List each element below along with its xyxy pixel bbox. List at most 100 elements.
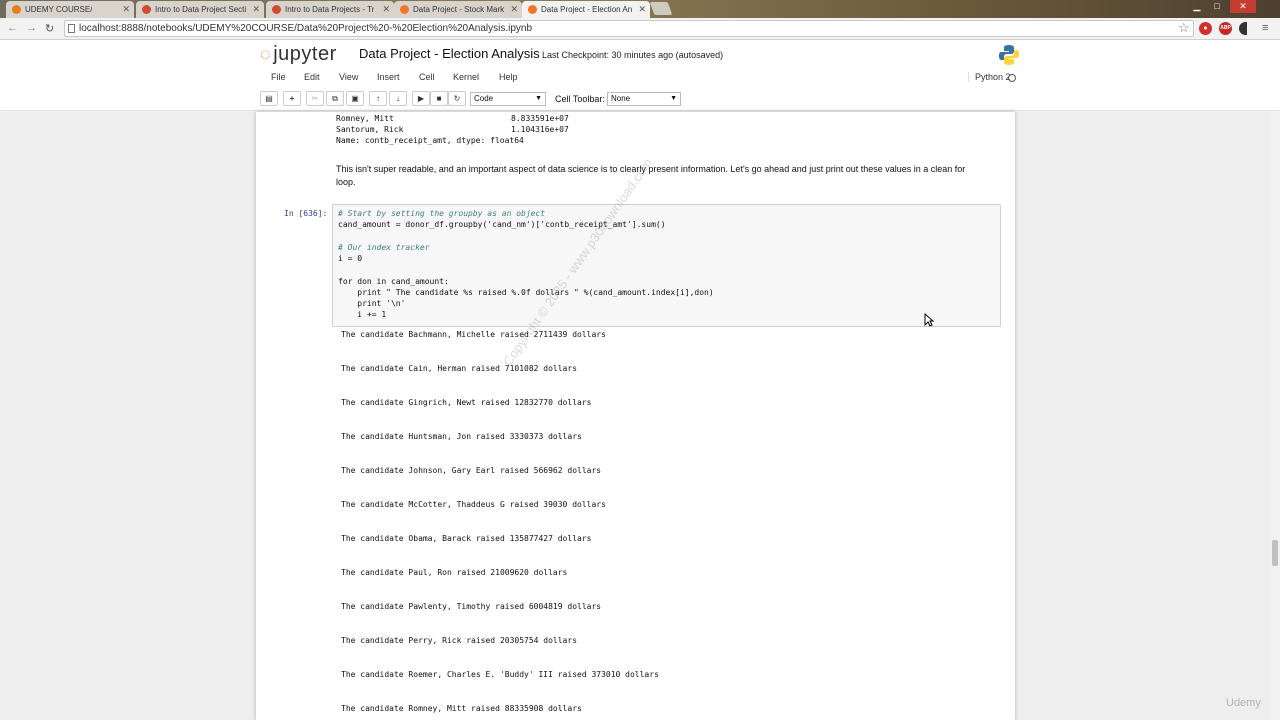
tab-favicon-icon: [272, 5, 281, 14]
maximize-icon[interactable]: □: [1208, 0, 1226, 13]
jupyter-header: ◌ jupyter Data Project - Election Analysi…: [0, 41, 1280, 111]
code-input-area[interactable]: # Start by setting the groupby as an obj…: [332, 204, 1001, 327]
output-line: The candidate Pawlenty, Timothy raised 6…: [341, 602, 602, 611]
reload-icon[interactable]: ↻: [45, 22, 54, 35]
menu-help[interactable]: Help: [499, 72, 518, 82]
add-cell-icon[interactable]: +: [283, 91, 301, 106]
checkpoint-status: Last Checkpoint: 30 minutes ago (autosav…: [542, 50, 724, 60]
page-icon: [68, 24, 75, 33]
tab-favicon-icon: [400, 5, 409, 14]
code-line: print '\n': [338, 299, 406, 308]
url-text: localhost:8888/notebooks/UDEMY%20COURSE/…: [79, 23, 533, 34]
minimize-icon[interactable]: ▁: [1188, 0, 1206, 13]
url-input[interactable]: localhost:8888/notebooks/UDEMY%20COURSE/…: [64, 20, 1194, 37]
python-logo-icon: [999, 45, 1019, 65]
output-line: The candidate Obama, Barack raised 13587…: [341, 534, 592, 543]
jupyter-logo-text: jupyter: [273, 43, 337, 65]
close-icon[interactable]: ✕: [122, 4, 130, 15]
window-close-icon[interactable]: ✕: [1230, 0, 1256, 13]
prev-output-value: 1.104316e+07: [511, 125, 569, 134]
output-line: The candidate Perry, Rick raised 2030575…: [341, 636, 578, 645]
tab-favicon-icon: [528, 5, 537, 14]
save-icon[interactable]: ▤: [260, 91, 278, 106]
new-tab-button[interactable]: [649, 2, 673, 15]
output-line: The candidate Bachmann, Michelle raised …: [341, 330, 606, 339]
output-line: The candidate Romney, Mitt raised 883359…: [341, 704, 582, 713]
notebook-page: Romney, Mitt 8.833591e+07 Santorum, Rick…: [256, 112, 1015, 720]
cell-prompt: In [636]:: [284, 209, 328, 218]
page-scrollbar[interactable]: [1270, 112, 1280, 720]
kernel-idle-icon: [1008, 74, 1016, 82]
prev-output-value: 8.833591e+07: [511, 114, 569, 123]
menu-icon[interactable]: ≡: [1262, 22, 1268, 34]
code-line: # Start by setting the groupby as an obj…: [338, 209, 546, 218]
output-line: The candidate Huntsman, Jon raised 33303…: [341, 432, 582, 441]
jupyter-orbit-icon: ◌: [260, 44, 272, 64]
jupyter-logo[interactable]: ◌ jupyter: [260, 43, 337, 66]
paste-icon[interactable]: ▣: [346, 91, 364, 106]
star-icon[interactable]: ☆: [1178, 20, 1190, 36]
cell-toolbar-value: None: [611, 94, 631, 103]
close-icon[interactable]: ✕: [510, 4, 518, 15]
caret-down-icon: ▼: [535, 95, 542, 102]
move-down-icon[interactable]: ↓: [389, 91, 407, 106]
scrollbar-thumb[interactable]: [1272, 540, 1278, 566]
restart-icon[interactable]: ↻: [448, 91, 466, 106]
adblock-extension-icon[interactable]: ABP: [1219, 22, 1232, 35]
code-line: print " The candidate %s raised %.0f dol…: [338, 288, 714, 297]
stop-extension-icon[interactable]: ●: [1199, 22, 1212, 35]
cut-icon[interactable]: ✂: [306, 91, 324, 106]
menu-file[interactable]: File: [271, 72, 286, 82]
mouse-pointer-icon: [924, 313, 934, 327]
close-icon[interactable]: ✕: [382, 4, 390, 15]
code-line: i += 1: [338, 310, 387, 319]
browser-tab[interactable]: UDEMY COURSE/ ✕: [6, 1, 134, 18]
output-line: The candidate Gingrich, Newt raised 1283…: [341, 398, 592, 407]
tab-label: Intro to Data Projects - Tr: [285, 5, 375, 14]
extension-icon[interactable]: [1239, 22, 1247, 35]
forward-arrow-icon[interactable]: →: [26, 22, 37, 34]
browser-tab[interactable]: Data Project - Stock Mark ✕: [394, 1, 522, 18]
code-line: i = 0: [338, 254, 363, 263]
close-icon[interactable]: ✕: [252, 4, 260, 15]
address-bar-row: ← → ↻ localhost:8888/notebooks/UDEMY%20C…: [0, 18, 1280, 40]
prev-output-footer: Name: contb_receipt_amt, dtype: float64: [336, 136, 524, 145]
stop-icon[interactable]: ■: [430, 91, 448, 106]
code-line: cand_amount = donor_df.groupby('cand_nm'…: [338, 220, 666, 229]
tab-favicon-icon: [142, 5, 151, 14]
tab-label: Intro to Data Project Secti: [155, 5, 247, 14]
browser-tab-bar: UDEMY COURSE/ ✕ Intro to Data Project Se…: [0, 0, 1280, 18]
output-line: The candidate McCotter, Thaddeus G raise…: [341, 500, 606, 509]
browser-tab[interactable]: Intro to Data Project Secti ✕: [136, 1, 264, 18]
back-arrow-icon[interactable]: ←: [7, 22, 18, 34]
cell-type-value: Code: [474, 94, 494, 103]
menu-insert[interactable]: Insert: [377, 72, 400, 82]
cell-type-select[interactable]: Code ▼: [470, 92, 546, 106]
tab-label: Data Project - Election An: [541, 5, 633, 14]
move-up-icon[interactable]: ↑: [369, 91, 387, 106]
menu-edit[interactable]: Edit: [304, 72, 320, 82]
run-icon[interactable]: ▶: [412, 91, 430, 106]
tab-label: UDEMY COURSE/: [25, 5, 93, 14]
prev-output-name: Santorum, Rick: [336, 125, 404, 134]
tab-favicon-icon: [12, 5, 21, 14]
menu-kernel[interactable]: Kernel: [453, 72, 479, 82]
menu-view[interactable]: View: [339, 72, 358, 82]
browser-tab[interactable]: Intro to Data Projects - Tr ✕: [266, 1, 394, 18]
close-icon[interactable]: ✕: [638, 4, 646, 15]
notebook-title[interactable]: Data Project - Election Analysis: [359, 46, 540, 61]
cell-toolbar-select[interactable]: None ▼: [607, 92, 681, 106]
udemy-watermark: Udemy: [1226, 697, 1261, 709]
menu-bar: File Edit View Insert Cell Kernel Help: [258, 69, 1022, 89]
caret-down-icon: ▼: [670, 95, 677, 102]
output-line: The candidate Cain, Herman raised 710108…: [341, 364, 578, 373]
markdown-cell[interactable]: This isn't super readable, and an import…: [336, 163, 986, 189]
output-line: The candidate Paul, Ron raised 21009620 …: [341, 568, 568, 577]
menu-cell[interactable]: Cell: [419, 72, 435, 82]
cell-toolbar-label: Cell Toolbar:: [555, 94, 605, 104]
output-line: The candidate Johnson, Gary Earl raised …: [341, 466, 602, 475]
browser-tab-active[interactable]: Data Project - Election An ✕: [522, 1, 650, 18]
code-line: # Our index tracker: [338, 243, 430, 252]
copy-icon[interactable]: ⧉: [326, 91, 344, 106]
output-line: The candidate Roemer, Charles E. 'Buddy'…: [341, 670, 659, 679]
